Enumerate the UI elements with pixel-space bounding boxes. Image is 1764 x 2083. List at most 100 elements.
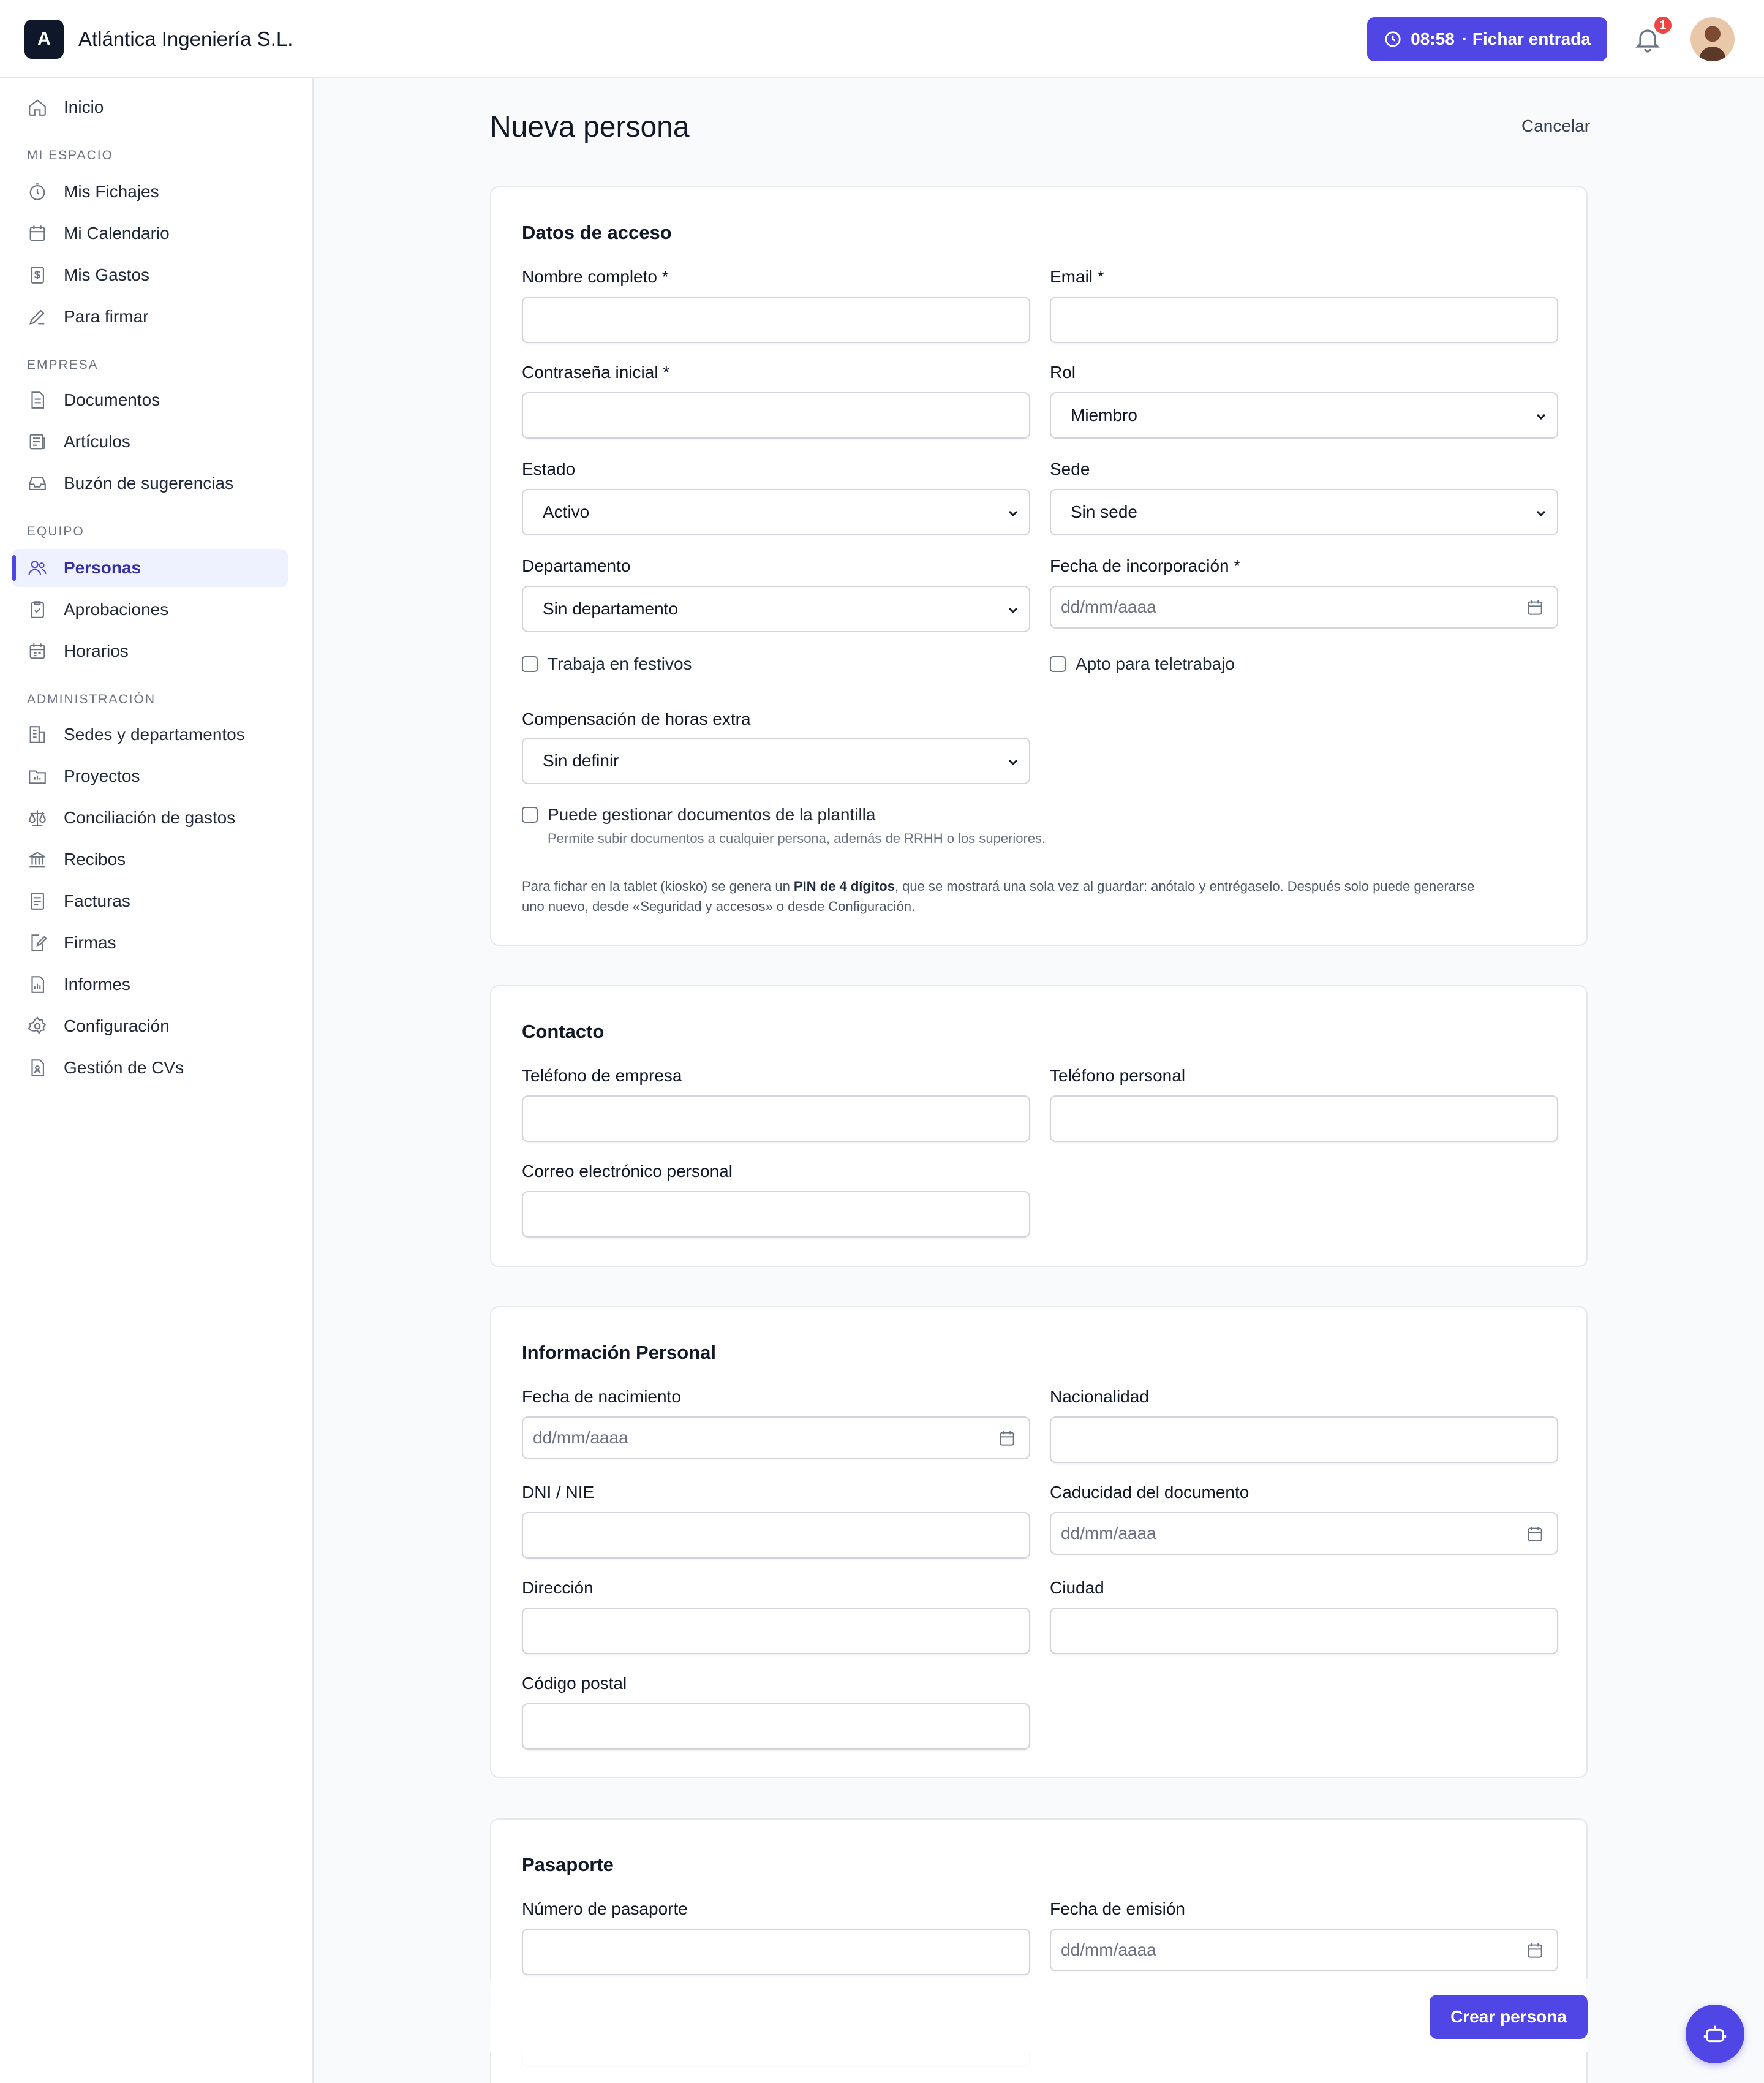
sidebar-section-mi-espacio: MI ESPACIO	[27, 148, 113, 162]
sidebar-item-personas[interactable]: Personas	[12, 549, 288, 587]
sidebar-item-para-firmar[interactable]: Para firmar	[12, 298, 288, 336]
fecha-incorporacion-input[interactable]: dd/mm/aaaa	[1050, 586, 1558, 629]
sidebar-item-gestion-cvs[interactable]: Gestión de CVs	[12, 1049, 288, 1087]
nacionalidad-input[interactable]	[1050, 1416, 1558, 1463]
calendar-icon[interactable]	[997, 1429, 1017, 1448]
sidebar-item-label: Facturas	[64, 891, 130, 910]
nombre-input[interactable]	[522, 297, 1030, 343]
sidebar-item-label: Para firmar	[64, 307, 149, 326]
cp-input[interactable]	[522, 1703, 1030, 1750]
sidebar-item-label: Conciliación de gastos	[64, 808, 236, 827]
gestionar-docs-checkbox[interactable]: Puede gestionar documentos de la plantil…	[522, 805, 875, 825]
dni-label: DNI / NIE	[522, 1483, 595, 1502]
clock-in-button[interactable]: 08:58 · Fichar entrada	[1367, 17, 1607, 61]
page-title: Nueva persona	[490, 111, 690, 143]
sidebar-item-label: Gestión de CVs	[64, 1058, 184, 1077]
sidebar-item-mis-fichajes[interactable]: Mis Fichajes	[12, 173, 288, 211]
festivos-checkbox[interactable]: Trabaja en festivos	[522, 654, 692, 674]
stopwatch-icon	[29, 183, 45, 200]
ciudad-input[interactable]	[1050, 1608, 1558, 1654]
caducidad-input[interactable]: dd/mm/aaaa	[1050, 1512, 1558, 1555]
checkbox-box[interactable]	[1050, 656, 1066, 672]
compensacion-select[interactable]: Sin definir	[522, 738, 1030, 784]
chevron-down-icon	[1008, 607, 1018, 614]
sidebar-item-sedes[interactable]: Sedes y departamentos	[12, 716, 288, 754]
card-informacion-personal: Información Personal Fecha de nacimiento…	[490, 1306, 1588, 1778]
pasaporte-numero-input[interactable]	[522, 1929, 1030, 1975]
date-placeholder: dd/mm/aaaa	[1061, 1524, 1156, 1543]
email-input[interactable]	[1050, 297, 1558, 343]
sidebar-item-label: Firmas	[64, 933, 116, 952]
sidebar-item-informes[interactable]: Informes	[12, 966, 288, 1004]
tel-personal-input[interactable]	[1050, 1095, 1558, 1142]
dni-input[interactable]	[522, 1512, 1030, 1559]
chevron-down-icon	[1536, 414, 1546, 420]
cancel-link[interactable]: Cancelar	[1521, 116, 1590, 136]
sidebar-item-label: Documentos	[64, 390, 160, 409]
calendar-icon[interactable]	[1525, 598, 1545, 618]
sidebar-item-label: Mis Gastos	[64, 265, 150, 284]
sede-select[interactable]: Sin sede	[1050, 489, 1558, 535]
nacionalidad-label: Nacionalidad	[1050, 1387, 1149, 1406]
pin-note-bold: PIN de 4 dígitos	[793, 879, 895, 894]
chevron-down-icon	[1008, 510, 1018, 517]
sidebar-item-conciliacion[interactable]: Conciliación de gastos	[12, 799, 288, 837]
sidebar-item-configuracion[interactable]: Configuración	[12, 1007, 288, 1045]
building-icon	[29, 726, 45, 743]
newspaper-icon	[29, 434, 45, 450]
sidebar-item-mis-gastos[interactable]: Mis Gastos	[12, 256, 288, 294]
rol-value: Miembro	[1071, 406, 1137, 425]
inbox-icon	[29, 477, 46, 490]
assistant-button[interactable]	[1686, 2005, 1744, 2063]
departamento-select[interactable]: Sin departamento	[522, 586, 1030, 632]
receipt-dollar-icon	[31, 267, 44, 284]
estado-select[interactable]: Activo	[522, 489, 1030, 535]
sidebar-item-inicio[interactable]: Inicio	[12, 88, 288, 126]
card-title-personal: Información Personal	[522, 1342, 716, 1363]
report-icon	[31, 976, 44, 993]
departamento-label: Departamento	[522, 556, 631, 575]
sidebar-item-firmas[interactable]: Firmas	[12, 924, 288, 962]
sidebar-item-label: Mi Calendario	[64, 224, 170, 243]
sidebar-item-horarios[interactable]: Horarios	[12, 632, 288, 670]
direccion-input[interactable]	[522, 1608, 1030, 1654]
tel-empresa-label: Teléfono de empresa	[522, 1066, 682, 1085]
sidebar-item-label: Horarios	[64, 641, 129, 660]
caducidad-label: Caducidad del documento	[1050, 1483, 1250, 1502]
sidebar-item-proyectos[interactable]: Proyectos	[12, 757, 288, 795]
password-label: Contraseña inicial *	[522, 363, 670, 382]
avatar[interactable]	[1691, 17, 1735, 61]
correo-personal-input[interactable]	[522, 1191, 1030, 1238]
direccion-label: Dirección	[522, 1578, 594, 1597]
sidebar-item-buzon[interactable]: Buzón de sugerencias	[12, 464, 288, 502]
sidebar-item-label: Mis Fichajes	[64, 182, 159, 201]
nacimiento-input[interactable]: dd/mm/aaaa	[522, 1416, 1030, 1459]
bottom-action-bar	[490, 1979, 1588, 2052]
sidebar-item-articulos[interactable]: Artículos	[12, 423, 288, 461]
top-bar: A Atlántica Ingeniería S.L. 08:58 · Fich…	[0, 0, 1764, 78]
estado-value: Activo	[543, 502, 590, 521]
brand[interactable]: A Atlántica Ingeniería S.L.	[24, 20, 293, 59]
password-input[interactable]	[522, 392, 1030, 439]
sidebar-item-recibos[interactable]: Recibos	[12, 841, 288, 879]
sidebar-item-aprobaciones[interactable]: Aprobaciones	[12, 591, 288, 629]
schedule-icon	[29, 643, 45, 659]
emision-input[interactable]: dd/mm/aaaa	[1050, 1929, 1558, 1971]
sidebar-section-equipo: EQUIPO	[27, 524, 85, 539]
sidebar-item-facturas[interactable]: Facturas	[12, 882, 288, 920]
calendar-icon[interactable]	[1525, 1524, 1545, 1544]
teletrabajo-checkbox[interactable]: Apto para teletrabajo	[1050, 654, 1235, 674]
calendar-icon[interactable]	[1525, 1941, 1545, 1960]
scale-icon	[29, 810, 46, 826]
invoice-icon	[31, 893, 44, 910]
sidebar-item-documentos[interactable]: Documentos	[12, 381, 288, 419]
checkbox-box[interactable]	[522, 807, 538, 823]
create-person-button[interactable]: Crear persona	[1430, 1995, 1588, 2039]
sidebar-item-mi-calendario[interactable]: Mi Calendario	[12, 214, 288, 252]
rol-select[interactable]: Miembro	[1050, 392, 1558, 439]
tel-empresa-input[interactable]	[522, 1095, 1030, 1142]
sede-label: Sede	[1050, 459, 1090, 478]
tel-personal-label: Teléfono personal	[1050, 1066, 1186, 1085]
gestionar-docs-label: Puede gestionar documentos de la plantil…	[548, 805, 876, 824]
checkbox-box[interactable]	[522, 656, 538, 672]
